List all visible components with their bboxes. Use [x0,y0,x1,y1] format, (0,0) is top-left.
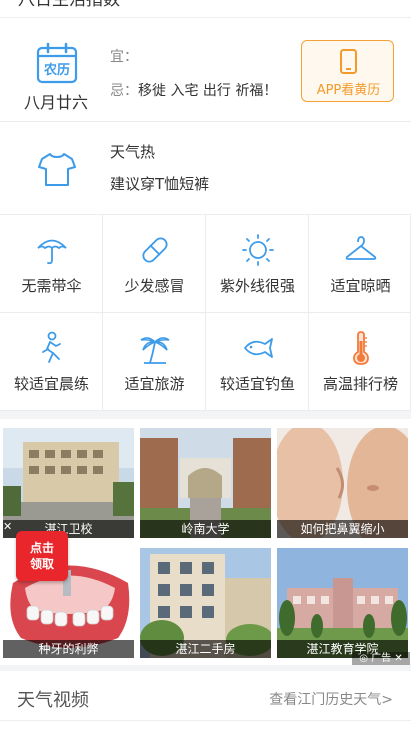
ad-caption: 湛江二手房 [140,640,271,658]
palm-tree-icon [140,337,170,364]
index-cold[interactable]: 少发感冒 [103,215,206,313]
index-label: 高温排行榜 [322,375,398,393]
promo-line-1: 点击 [29,541,54,555]
app-almanac-button[interactable]: APP看黄历 [301,40,394,102]
ad-mark-label[interactable]: ◎ 广告 ✕ [352,652,410,666]
weather-condition: 天气热 [110,143,156,161]
index-temperature-ranking[interactable]: 高温排行榜 [309,313,411,411]
index-label: 较适宜晨练 [13,375,89,393]
index-label: 适宜晾晒 [330,277,391,295]
index-exercise[interactable]: 较适宜晨练 [0,313,103,411]
ad-zhanjiang-second-hand-housing[interactable]: 湛江二手房 [140,548,271,658]
phone-icon [340,49,357,74]
calendar-label: 农历 [43,62,70,78]
index-label: 适宜旅游 [124,375,185,393]
ad-caption: 种牙的利弊 [3,640,134,658]
section-divider [0,411,411,419]
ad-zhanjiang-health-school[interactable]: 湛江卫校 [3,428,134,538]
fish-icon [244,338,273,358]
index-label: 紫外线很强 [219,277,295,295]
lunar-date: 八月廿六 [23,93,88,112]
app-button-label: APP看黄历 [316,83,381,98]
claim-promo-badge[interactable]: 点击 领取 [16,531,68,581]
ad-caption: 岭南大学 [140,520,271,538]
ji-label: 忌： [110,83,138,99]
ad-lingnan-university[interactable]: 岭南大学 [140,428,271,538]
index-umbrella[interactable]: 无需带伞 [0,215,103,313]
ad-nose-reduction[interactable]: 如何把鼻翼缩小 [277,428,408,538]
pill-icon [142,237,168,263]
thermometer-icon [353,331,369,365]
promo-line-2: 领取 [29,557,54,571]
almanac-card[interactable]: 农历 八月廿六 宜： 忌：移徙 入宅 出行 祈福！ APP看黄历 [0,19,411,122]
runner-icon [42,331,61,363]
index-travel[interactable]: 适宜旅游 [103,313,206,411]
calendar-icon: 农历 [36,42,78,84]
sun-icon [242,234,274,266]
ji-row: 忌：移徙 入宅 出行 祈福！ [110,80,277,100]
index-drying[interactable]: 适宜晾晒 [309,215,411,313]
yi-label: 宜： [110,49,138,65]
weather-video-header: 天气视频 查看江门历史天气> [0,671,411,721]
ad-close-icon[interactable]: ✕ [3,520,12,533]
clothing-advice: 建议穿T恤短裤 [110,175,210,193]
ad-zhanjiang-education-college[interactable]: 湛江教育学院 [277,548,408,658]
life-index-grid: 无需带伞 少发感冒 紫外线很强 适宜晾晒 较适宜晨练 适宜旅游 较适宜钓鱼 高温… [0,215,411,411]
ad-caption: 如何把鼻翼缩小 [277,520,408,538]
yi-row: 宜： [110,46,138,66]
index-label: 少发感冒 [124,277,185,295]
index-uv[interactable]: 紫外线很强 [206,215,309,313]
clothing-tip[interactable]: 天气热 建议穿T恤短裤 [0,122,411,215]
section-title: 八日生活指数 [0,0,411,18]
tshirt-icon [38,153,76,186]
index-label: 无需带伞 [21,277,82,295]
ji-value: 移徙 入宅 出行 祈福！ [138,83,278,99]
history-weather-link[interactable]: 查看江门历史天气> [269,689,393,709]
index-label: 较适宜钓鱼 [219,375,295,393]
hanger-icon [345,236,377,260]
index-fishing[interactable]: 较适宜钓鱼 [206,313,309,411]
weather-video-title: 天气视频 [17,690,89,711]
umbrella-icon [37,239,67,265]
